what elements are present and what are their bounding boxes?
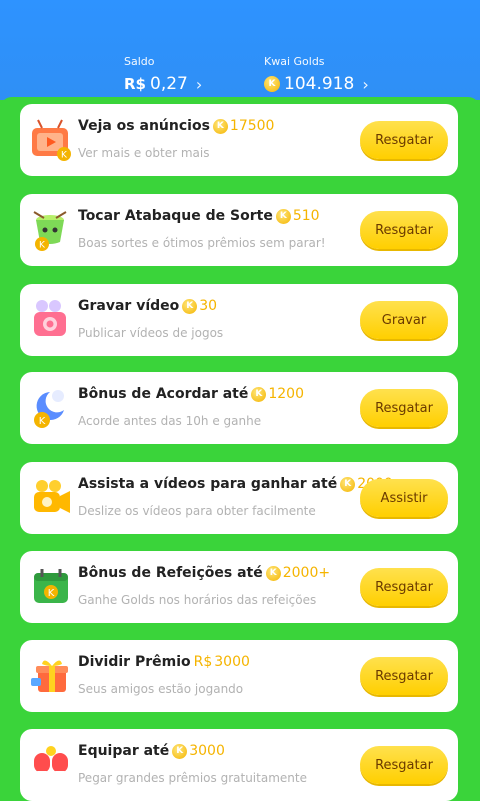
task-card: K Bônus de Refeições até K 2000+ Ganhe G… — [20, 551, 458, 623]
task-description: Ganhe Golds nos horários das refeições — [78, 593, 317, 607]
coin-icon: K — [340, 476, 356, 492]
task-reward: K 30 — [182, 298, 217, 314]
task-card: K Tocar Atabaque de Sorte K 510 Boas sor… — [20, 194, 458, 266]
task-title: Veja os anúncios — [78, 118, 210, 134]
task-description: Deslize os vídeos para obter facilmente — [78, 504, 316, 518]
task-reward: K 510 — [275, 208, 320, 224]
reward-amount: 30 — [199, 298, 218, 314]
svg-text:K: K — [39, 416, 46, 427]
coin-icon: K — [172, 743, 188, 759]
video-camera-icon — [28, 474, 74, 520]
task-card: K Bônus de Acordar até K 1200 Acorde ant… — [20, 372, 458, 444]
reward-amount: 3000 — [214, 654, 250, 670]
reward-amount: 1200 — [268, 386, 304, 402]
coin-icon: K — [251, 386, 267, 402]
golds-label: Kwai Golds — [264, 55, 325, 68]
task-title: Bônus de Acordar até — [78, 386, 249, 402]
task-title: Equipar até — [78, 743, 170, 759]
moon-icon: K — [28, 384, 74, 430]
task-description: Seus amigos estão jogando — [78, 682, 244, 696]
chevron-right-icon: › — [362, 74, 369, 94]
task-action-button[interactable]: Resgatar — [360, 746, 448, 784]
task-reward: K 3000 — [172, 743, 225, 759]
task-action-button[interactable]: Resgatar — [360, 211, 448, 249]
coin-icon: K — [265, 565, 281, 581]
task-card: K Veja os anúncios K 17500 Ver mais e ob… — [20, 104, 458, 176]
task-title: Dividir Prêmio — [78, 654, 191, 670]
boxing-gloves-icon — [28, 741, 74, 787]
task-card: Dividir Prêmio R$ 3000 Seus amigos estão… — [20, 640, 458, 712]
reward-amount: 2000+ — [282, 565, 331, 581]
coin-icon: K — [212, 118, 228, 134]
task-description: Pegar grandes prêmios gratuitamente — [78, 771, 307, 785]
task-description: Ver mais e obter mais — [78, 146, 210, 160]
task-action-button[interactable]: Assistir — [360, 479, 448, 517]
task-description: Acorde antes das 10h e ganhe — [78, 414, 262, 428]
saldo-label: Saldo — [124, 55, 155, 68]
task-title: Tocar Atabaque de Sorte — [78, 208, 273, 224]
drum-icon: K — [28, 206, 74, 252]
reward-amount: 17500 — [229, 118, 275, 134]
task-action-button[interactable]: Gravar — [360, 301, 448, 339]
task-reward: K 1200 — [251, 386, 304, 402]
camera-icon — [28, 296, 74, 342]
tv-icon: K — [28, 116, 74, 162]
svg-text:K: K — [48, 588, 55, 599]
golds-value: 104.918 — [284, 74, 355, 94]
task-title: Gravar vídeo — [78, 298, 180, 314]
task-reward: K 2000+ — [265, 565, 331, 581]
gift-icon — [28, 652, 74, 698]
task-description: Publicar vídeos de jogos — [78, 326, 224, 340]
coin-icon: K — [264, 76, 280, 92]
reward-amount: 510 — [292, 208, 320, 224]
reward-currency: R$ — [193, 654, 213, 670]
task-title: Bônus de Refeições até — [78, 565, 263, 581]
reward-amount: 3000 — [189, 743, 225, 759]
task-action-button[interactable]: Resgatar — [360, 657, 448, 695]
saldo-balance[interactable]: Saldo R$ 0,27 › — [124, 55, 202, 94]
coin-icon: K — [275, 208, 291, 224]
saldo-currency: R$ — [124, 75, 146, 93]
chevron-right-icon: › — [195, 74, 203, 94]
task-card: Assista a vídeos para ganhar até K 2000 … — [20, 462, 458, 534]
calendar-icon: K — [28, 563, 74, 609]
task-description: Boas sortes e ótimos prêmios sem parar! — [78, 236, 326, 250]
task-card: Equipar até K 3000 Pegar grandes prêmios… — [20, 729, 458, 801]
golds-balance[interactable]: Kwai Golds K 104.918 › — [264, 55, 369, 94]
header-bar: Saldo R$ 0,27 › Kwai Golds K 104.918 › — [0, 0, 480, 100]
coin-icon: K — [182, 298, 198, 314]
task-reward: R$ 3000 — [194, 654, 250, 670]
saldo-value: 0,27 — [150, 74, 188, 94]
task-action-button[interactable]: Resgatar — [360, 568, 448, 606]
task-title: Assista a vídeos para ganhar até — [78, 476, 338, 492]
task-card: Gravar vídeo K 30 Publicar vídeos de jog… — [20, 284, 458, 356]
task-reward: K 17500 — [212, 118, 275, 134]
task-action-button[interactable]: Resgatar — [360, 389, 448, 427]
task-action-button[interactable]: Resgatar — [360, 121, 448, 159]
